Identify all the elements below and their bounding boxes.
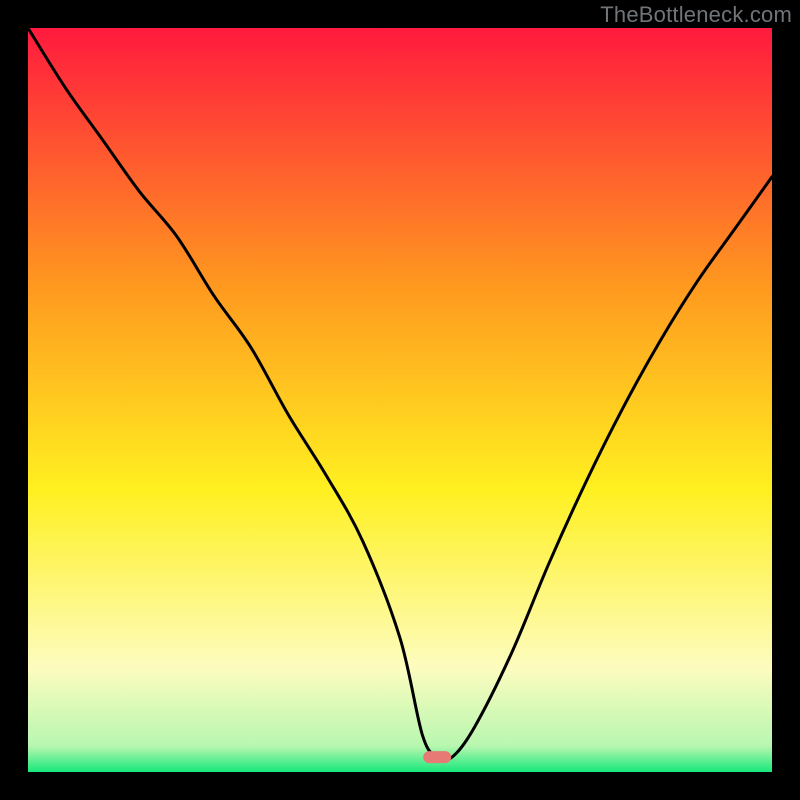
optimum-marker [423,751,451,763]
watermark-label: TheBottleneck.com [600,2,792,28]
bottleneck-plot [28,28,772,772]
plot-background [28,28,772,772]
chart-frame: TheBottleneck.com [0,0,800,800]
